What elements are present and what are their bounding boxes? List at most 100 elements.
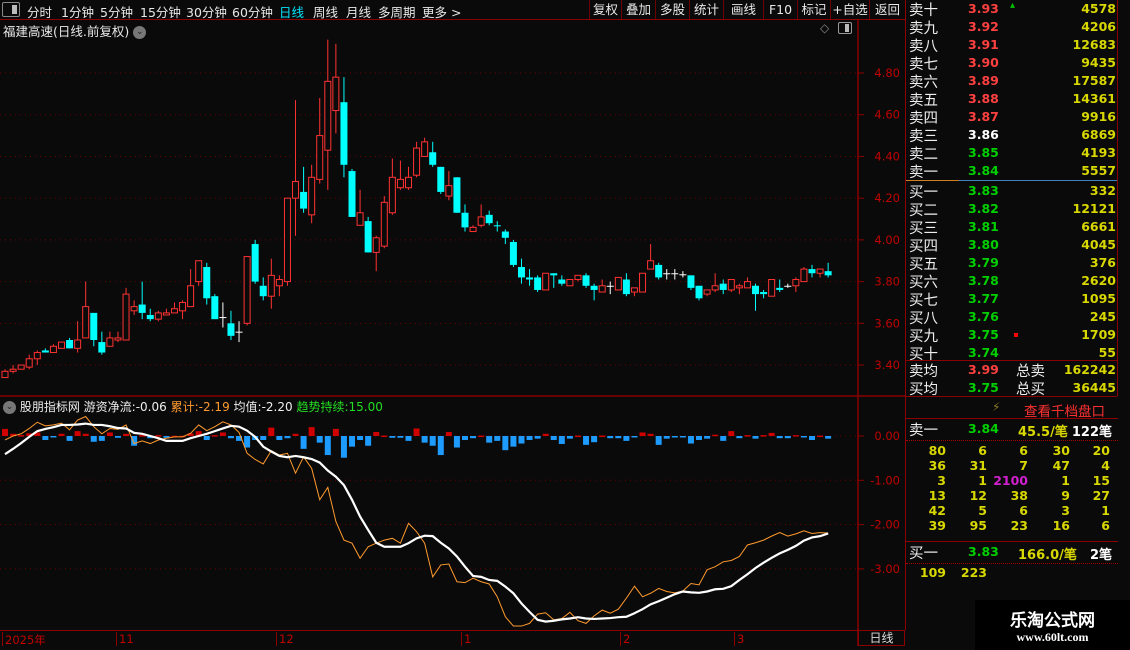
order-book-row[interactable]: 买八 3.76 245 xyxy=(906,308,1118,327)
candle[interactable] xyxy=(380,196,388,249)
candle[interactable] xyxy=(203,262,211,305)
candle[interactable] xyxy=(340,77,348,178)
candle[interactable] xyxy=(283,197,291,286)
candle[interactable] xyxy=(324,39,332,190)
candle[interactable] xyxy=(517,258,525,284)
candle[interactable] xyxy=(679,271,687,278)
candle[interactable] xyxy=(453,177,461,213)
order-book-row[interactable]: 卖六 3.89 17587 xyxy=(906,72,1118,91)
candle[interactable] xyxy=(98,331,106,355)
candle[interactable] xyxy=(429,141,437,167)
candle[interactable] xyxy=(614,276,622,291)
candle[interactable] xyxy=(703,289,711,297)
candle[interactable] xyxy=(106,331,114,347)
candle[interactable] xyxy=(300,166,308,213)
candle[interactable] xyxy=(526,269,534,286)
candle[interactable] xyxy=(243,256,251,326)
candle[interactable] xyxy=(364,216,372,253)
candle[interactable] xyxy=(792,277,800,293)
candle[interactable] xyxy=(776,279,784,293)
candle[interactable] xyxy=(332,43,340,134)
order-book-row[interactable]: 卖三 3.86 6869 xyxy=(906,126,1118,145)
candle[interactable] xyxy=(574,274,582,282)
candle[interactable] xyxy=(445,171,453,201)
view-depth-link[interactable]: 查看千档盘口 xyxy=(1024,400,1105,420)
candle[interactable] xyxy=(130,300,138,315)
period-label[interactable]: 日线 xyxy=(858,630,905,646)
chevron-down-icon[interactable]: ⌄ xyxy=(3,401,16,414)
candle[interactable] xyxy=(259,277,267,301)
candle[interactable] xyxy=(154,310,162,322)
candle[interactable] xyxy=(90,312,98,347)
order-book-row[interactable]: 买三 3.81 6661 xyxy=(906,218,1118,237)
candle[interactable] xyxy=(542,272,550,291)
candle[interactable] xyxy=(146,308,154,322)
candle[interactable] xyxy=(695,285,703,301)
candle[interactable] xyxy=(606,281,614,295)
order-book-row[interactable]: 买四 3.80 4045 xyxy=(906,236,1118,255)
candle[interactable] xyxy=(808,264,816,278)
candle[interactable] xyxy=(582,273,590,288)
candle[interactable] xyxy=(558,275,566,286)
candle[interactable] xyxy=(469,225,477,233)
order-book-row[interactable]: 卖九 3.92 4206 xyxy=(906,18,1118,37)
candle[interactable] xyxy=(388,158,396,215)
candle[interactable] xyxy=(743,277,751,289)
candle[interactable] xyxy=(57,341,65,349)
order-book-row[interactable]: 卖二 3.85 4193 xyxy=(906,144,1118,163)
candle[interactable] xyxy=(622,273,630,297)
order-book-row[interactable]: 卖七 3.90 9435 xyxy=(906,54,1118,73)
candle[interactable] xyxy=(82,281,90,339)
candle[interactable] xyxy=(316,98,324,184)
candle[interactable] xyxy=(639,272,647,293)
candle[interactable] xyxy=(405,166,412,190)
candle[interactable] xyxy=(74,321,82,353)
candle[interactable] xyxy=(49,344,57,354)
candle[interactable] xyxy=(211,294,219,320)
candle[interactable] xyxy=(41,348,49,353)
candle[interactable] xyxy=(437,166,445,194)
order-book-row[interactable]: 买一 3.83 332 xyxy=(906,182,1118,201)
candle[interactable] xyxy=(396,160,404,190)
candle[interactable] xyxy=(647,244,655,270)
candle[interactable] xyxy=(138,281,146,320)
candle[interactable] xyxy=(655,262,663,280)
order-book-row[interactable]: 卖一 3.84 5557 xyxy=(906,162,1118,181)
order-book-row[interactable]: 卖八 3.91 12683 xyxy=(906,36,1118,55)
candle[interactable] xyxy=(187,269,195,308)
candle[interactable] xyxy=(195,260,203,286)
kline-chart[interactable]: 4.80 4.60 4.40 4.20 4.00 3.80 3.60 3.40 0.00 -1.0… xyxy=(0,0,905,650)
order-book-row[interactable]: 卖十 3.93 4578 ▴ xyxy=(906,0,1118,19)
candle[interactable] xyxy=(413,141,421,178)
candle[interactable] xyxy=(25,354,33,370)
candle[interactable] xyxy=(251,239,259,284)
candle[interactable] xyxy=(179,300,187,320)
candle[interactable] xyxy=(816,268,824,278)
candle[interactable] xyxy=(671,269,679,280)
candle[interactable] xyxy=(308,164,316,224)
candle[interactable] xyxy=(17,364,25,370)
order-book-row[interactable]: 卖五 3.88 14361 xyxy=(906,90,1118,109)
candle[interactable] xyxy=(162,308,170,316)
candle[interactable] xyxy=(267,258,275,309)
candle[interactable] xyxy=(509,239,517,267)
candle[interactable] xyxy=(66,337,74,349)
candle[interactable] xyxy=(534,275,542,293)
candle[interactable] xyxy=(170,302,178,314)
candle[interactable] xyxy=(485,210,493,226)
candle[interactable] xyxy=(235,321,243,343)
order-book-row[interactable]: 买五 3.79 376 xyxy=(906,254,1118,273)
candle[interactable] xyxy=(292,100,300,236)
candle[interactable] xyxy=(477,204,485,228)
candle[interactable] xyxy=(663,269,671,280)
candle[interactable] xyxy=(9,365,17,374)
candle[interactable] xyxy=(33,350,41,366)
candle[interactable] xyxy=(630,287,638,297)
candle[interactable] xyxy=(114,331,122,343)
order-book-row[interactable]: 卖四 3.87 9916 xyxy=(906,108,1118,127)
candle[interactable] xyxy=(590,283,598,301)
candle[interactable] xyxy=(501,229,509,245)
candle[interactable] xyxy=(275,275,283,297)
candle[interactable] xyxy=(372,235,380,272)
candle[interactable] xyxy=(687,275,695,290)
